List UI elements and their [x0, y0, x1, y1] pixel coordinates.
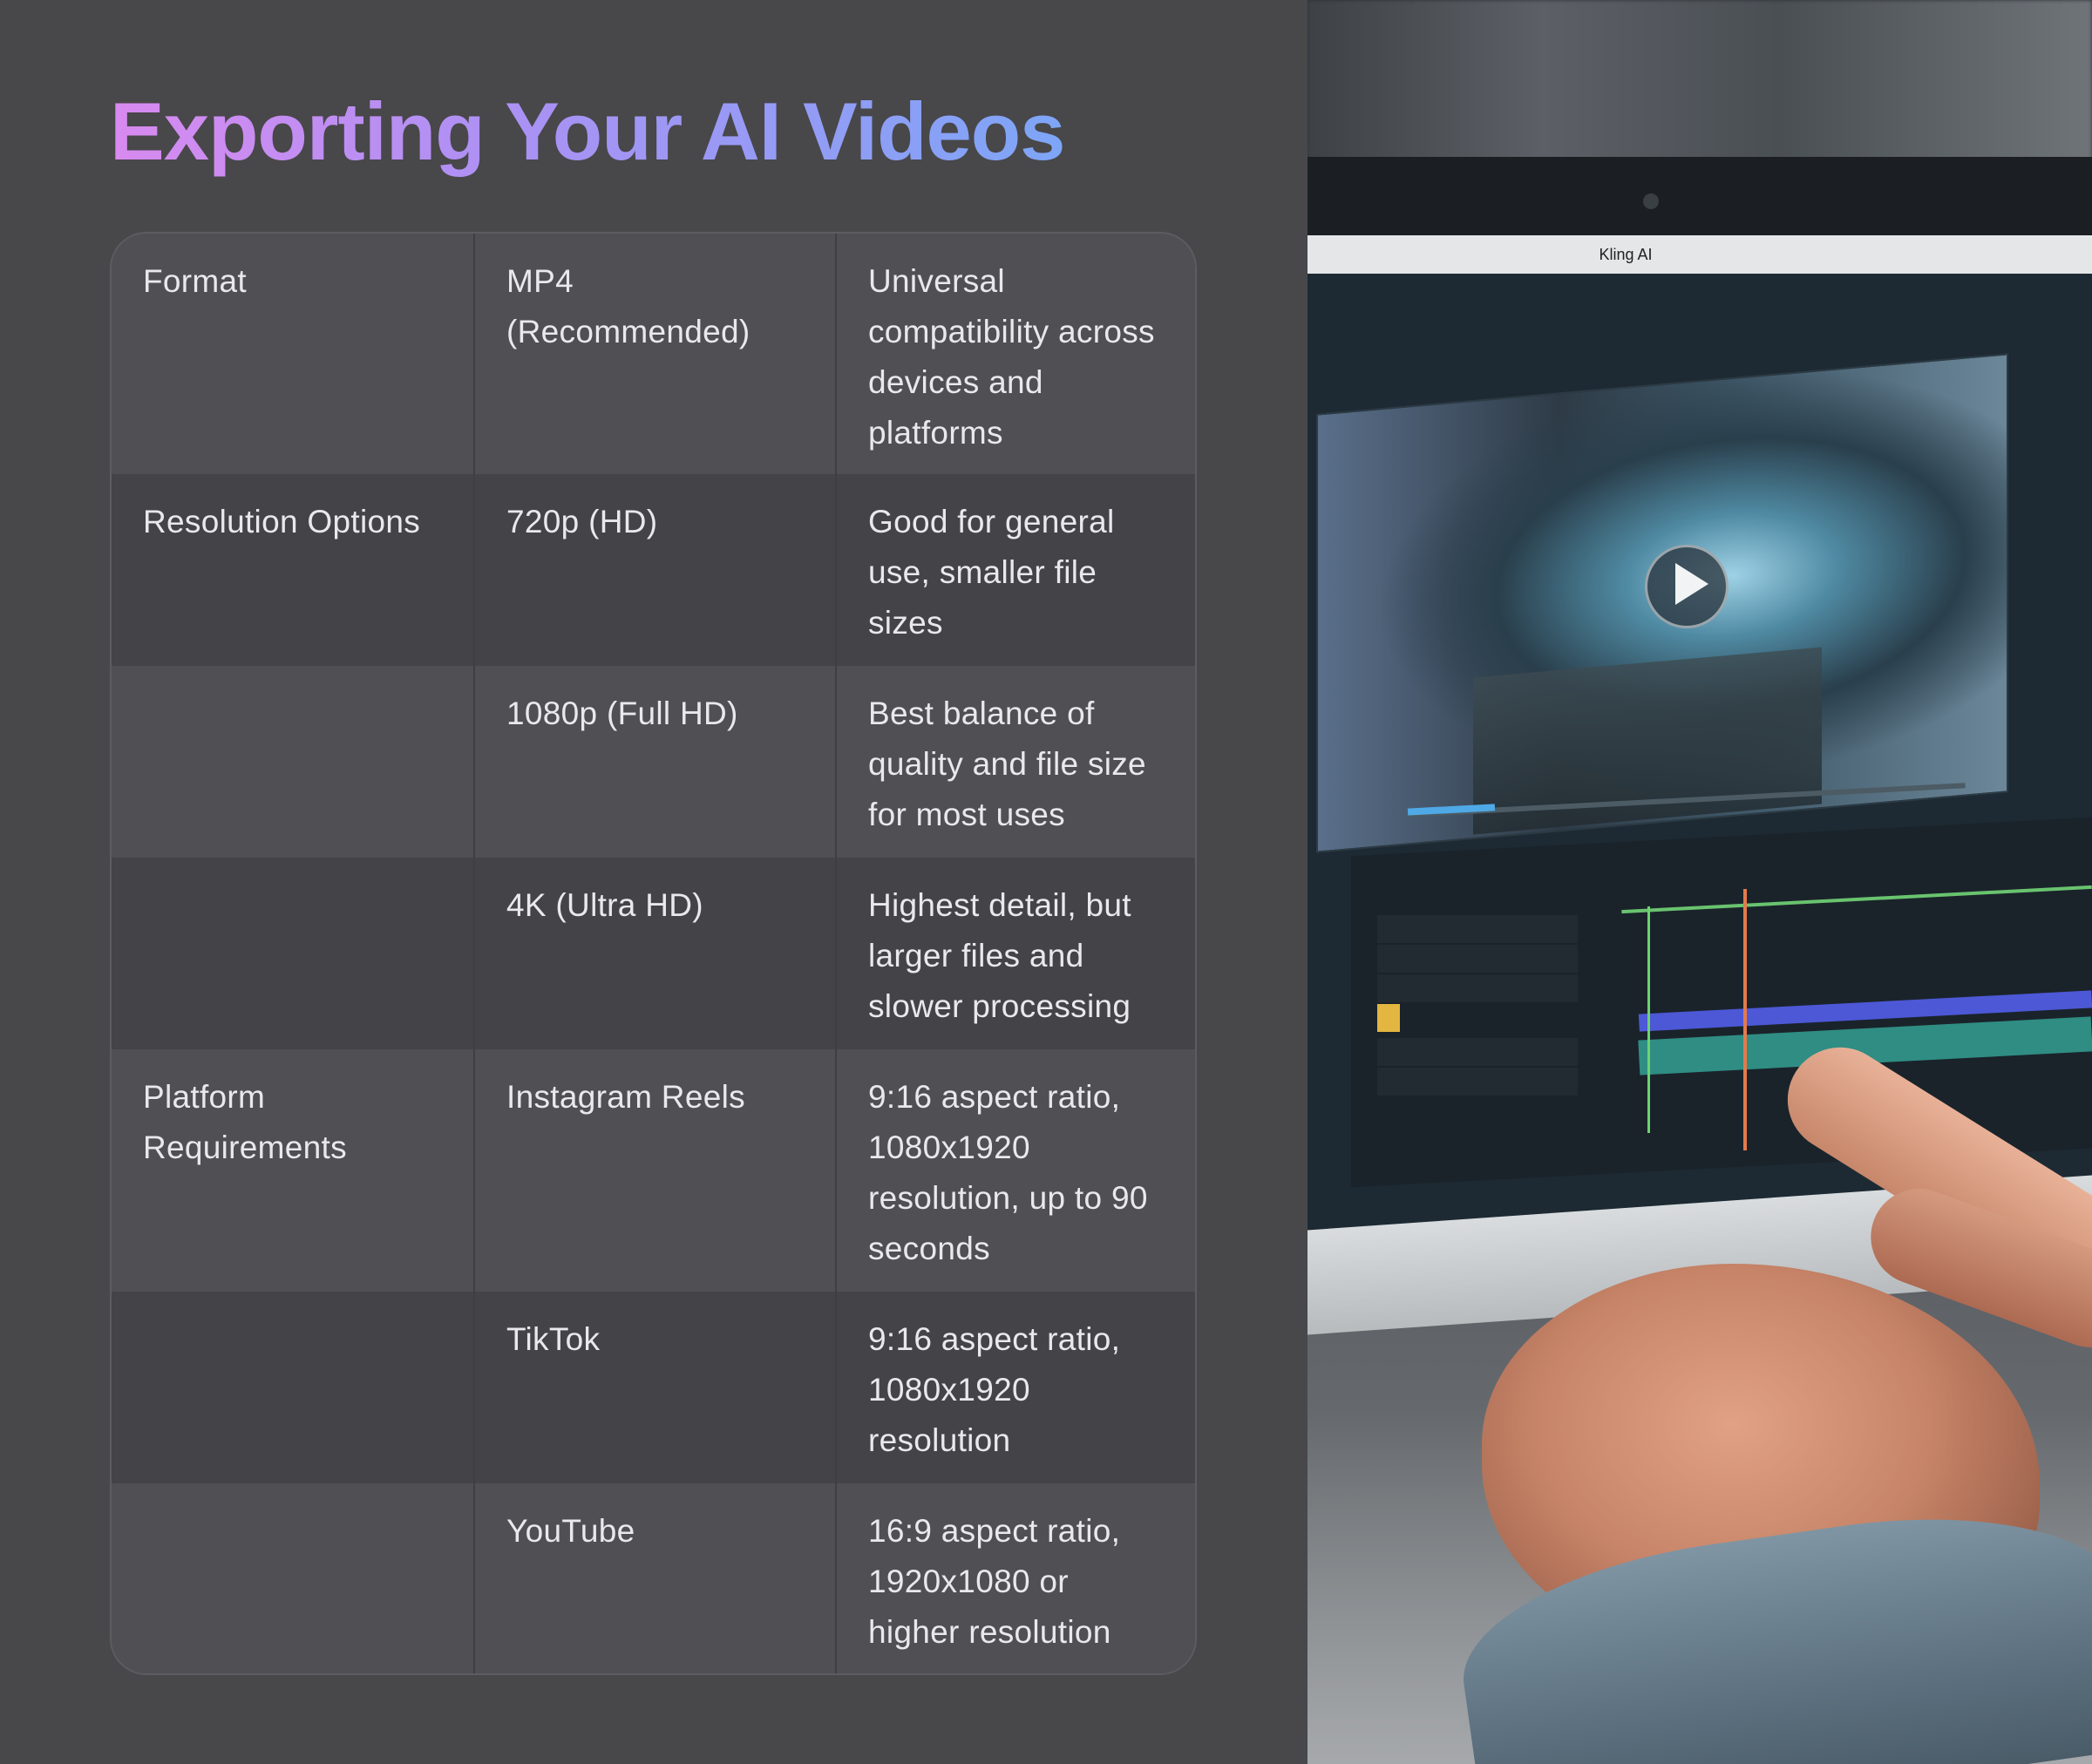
row-option: MP4 (Recommended)	[473, 234, 835, 474]
content-panel: Exporting Your AI Videos Format MP4 (Reco…	[0, 0, 1308, 1764]
play-icon	[1675, 563, 1708, 605]
webcam-icon	[1643, 193, 1659, 209]
layer-item	[1377, 1004, 1400, 1032]
table-row: 4K (Ultra HD) Highest detail, but larger …	[112, 858, 1195, 1049]
table-row: Format MP4 (Recommended) Universal compati…	[112, 234, 1195, 474]
timeline-layer-list	[1377, 915, 1578, 1159]
row-description: Universal compatibility across devices and…	[835, 234, 1195, 474]
page-title: Exporting Your AI Videos	[110, 83, 1065, 181]
layer-item	[1377, 974, 1578, 1002]
row-category: Platform Requirements	[143, 1079, 347, 1165]
row-option: YouTube	[473, 1483, 835, 1673]
row-description: Best balance of quality and file size for …	[835, 666, 1195, 858]
row-description: 9:16 aspect ratio, 1080x1920 resolution	[835, 1292, 1195, 1483]
row-option: TikTok	[473, 1292, 835, 1483]
table-row: 1080p (Full HD) Best balance of quality a…	[112, 666, 1195, 858]
row-description: Good for general use, smaller file sizes	[835, 474, 1195, 666]
app-name: Kling AI	[1599, 246, 1653, 263]
layer-item	[1377, 945, 1578, 973]
export-options-table: Format MP4 (Recommended) Universal compati…	[110, 232, 1197, 1675]
row-category	[112, 858, 473, 1049]
layer-item	[1377, 1038, 1578, 1066]
row-option: 1080p (Full HD)	[473, 666, 835, 858]
layer-item	[1377, 915, 1578, 943]
row-option: 720p (HD)	[473, 474, 835, 666]
row-category	[112, 1292, 473, 1483]
app-titlebar: Kling AI	[1308, 235, 2092, 274]
row-description: Highest detail, but larger files and slowe…	[835, 858, 1195, 1049]
row-category: Format	[143, 263, 247, 299]
video-editor-photo: Kling AI	[1308, 0, 2092, 1764]
table-row: TikTok 9:16 aspect ratio, 1080x1920 resolu…	[112, 1292, 1195, 1483]
row-description: 16:9 aspect ratio, 1920x1080 or higher res…	[835, 1483, 1195, 1673]
row-option: Instagram Reels	[473, 1049, 835, 1292]
timeline-marker	[1647, 906, 1650, 1133]
table-row: Resolution Options 720p (HD) Good for ge…	[112, 474, 1195, 666]
row-category: Resolution Options	[143, 504, 421, 539]
row-category	[112, 666, 473, 858]
timeline-playhead	[1743, 889, 1747, 1150]
monitor-bezel	[1308, 157, 2092, 235]
row-category	[112, 1483, 473, 1673]
row-description: 9:16 aspect ratio, 1080x1920 resolution, u…	[835, 1049, 1195, 1292]
layer-item	[1377, 1068, 1578, 1096]
row-option: 4K (Ultra HD)	[473, 858, 835, 1049]
table-row: Platform Requirements Instagram Reels 9:1…	[112, 1049, 1195, 1292]
table-row: YouTube 16:9 aspect ratio, 1920x1080 or hi…	[112, 1483, 1195, 1673]
